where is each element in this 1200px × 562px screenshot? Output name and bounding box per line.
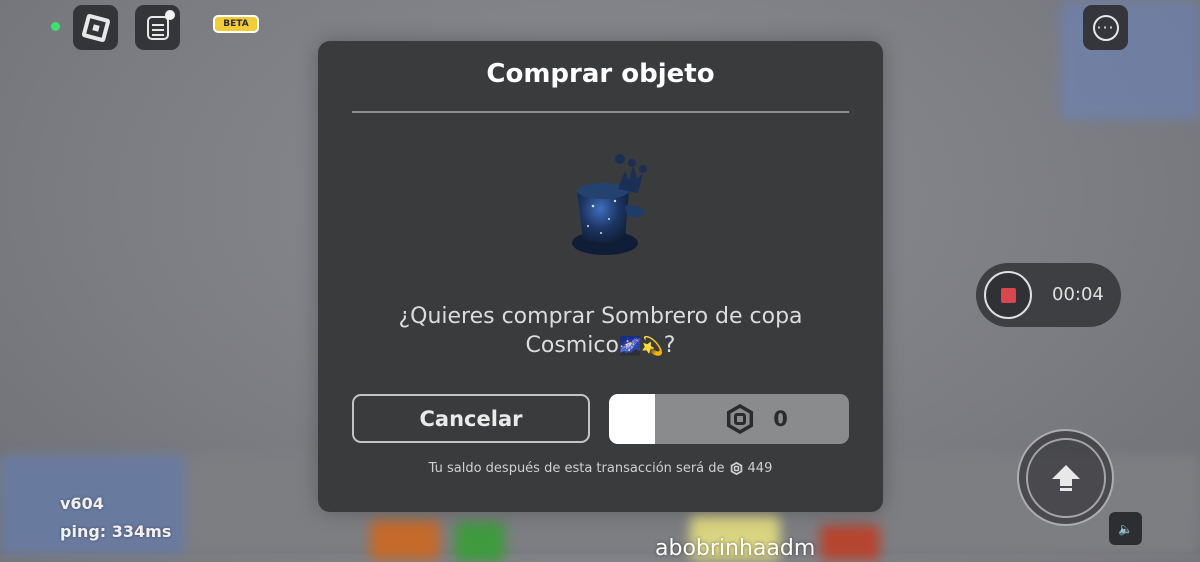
cancel-button[interactable]: Cancelar — [352, 394, 590, 443]
cosmic-top-hat-image — [572, 154, 647, 255]
purchase-dialog: Comprar objeto ¿Quieres comprar Sombrero… — [318, 41, 883, 512]
prompt-item-name: Cosmico — [525, 333, 619, 358]
chat-button[interactable] — [135, 5, 180, 50]
purchase-prompt: ¿Quieres comprar Sombrero de copa Cosmic… — [358, 302, 843, 361]
game-object-orange — [370, 520, 440, 560]
recording-timer: 00:04 — [1052, 284, 1104, 305]
game-object-green — [455, 522, 505, 562]
robux-icon — [727, 404, 754, 434]
stop-icon — [1000, 287, 1016, 303]
stop-recording-button[interactable] — [984, 271, 1032, 319]
speaker-icon: 🔈 — [1118, 521, 1133, 536]
more-options-button[interactable]: ··· — [1083, 5, 1128, 50]
jump-button[interactable] — [1017, 429, 1114, 526]
beta-badge: BETA — [213, 15, 259, 33]
game-object-red — [820, 525, 880, 560]
prompt-line-1: ¿Quieres comprar Sombrero de copa — [398, 304, 803, 329]
version-label: v604 — [60, 494, 104, 513]
connection-status-dot — [51, 22, 60, 31]
roblox-logo-icon — [80, 12, 111, 43]
chat-icon — [146, 15, 169, 40]
prompt-emojis: 🌌💫 — [618, 336, 664, 357]
prompt-question-mark: ? — [663, 333, 676, 358]
balance-amount: 449 — [747, 461, 773, 476]
balance-after-purchase: Tu saldo después de esta transacción ser… — [318, 461, 883, 476]
title-divider — [352, 111, 849, 113]
game-blue-block-right — [1060, 0, 1200, 120]
dialog-title: Comprar objeto — [486, 59, 715, 89]
chat-notification-dot — [165, 10, 175, 20]
robux-small-icon — [730, 462, 742, 475]
jump-arrow-icon — [1051, 464, 1080, 491]
player-nametag: abobrinhaadm — [655, 536, 816, 561]
more-options-icon: ··· — [1092, 14, 1119, 41]
balance-text: Tu saldo después de esta transacción ser… — [428, 461, 725, 476]
buy-price: 0 — [773, 407, 788, 431]
buy-button[interactable]: 0 — [609, 394, 849, 444]
ping-label: ping: 334ms — [60, 522, 172, 541]
roblox-menu-button[interactable] — [73, 5, 118, 50]
sound-toggle-button[interactable]: 🔈 — [1109, 512, 1142, 545]
screen-recording-pill: 00:04 — [976, 263, 1121, 327]
